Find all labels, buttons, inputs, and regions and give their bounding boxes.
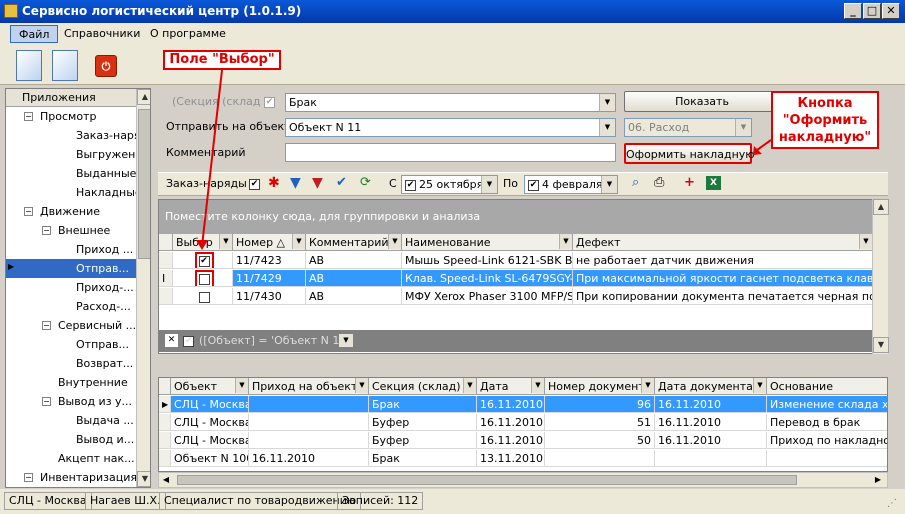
arrow-line [201,69,223,247]
annotation-arrows [196,69,772,250]
status-center: СЛЦ - Москва [4,492,92,510]
arrow-line [756,139,772,151]
status-user: Нагаев Ш.Х. [85,492,166,510]
status-records: Записей: 112 [337,492,424,510]
resize-grip-icon[interactable]: ⋰ [887,498,897,509]
arrow-head [196,240,208,250]
status-role: Специалист по товародвижению [159,492,362,510]
